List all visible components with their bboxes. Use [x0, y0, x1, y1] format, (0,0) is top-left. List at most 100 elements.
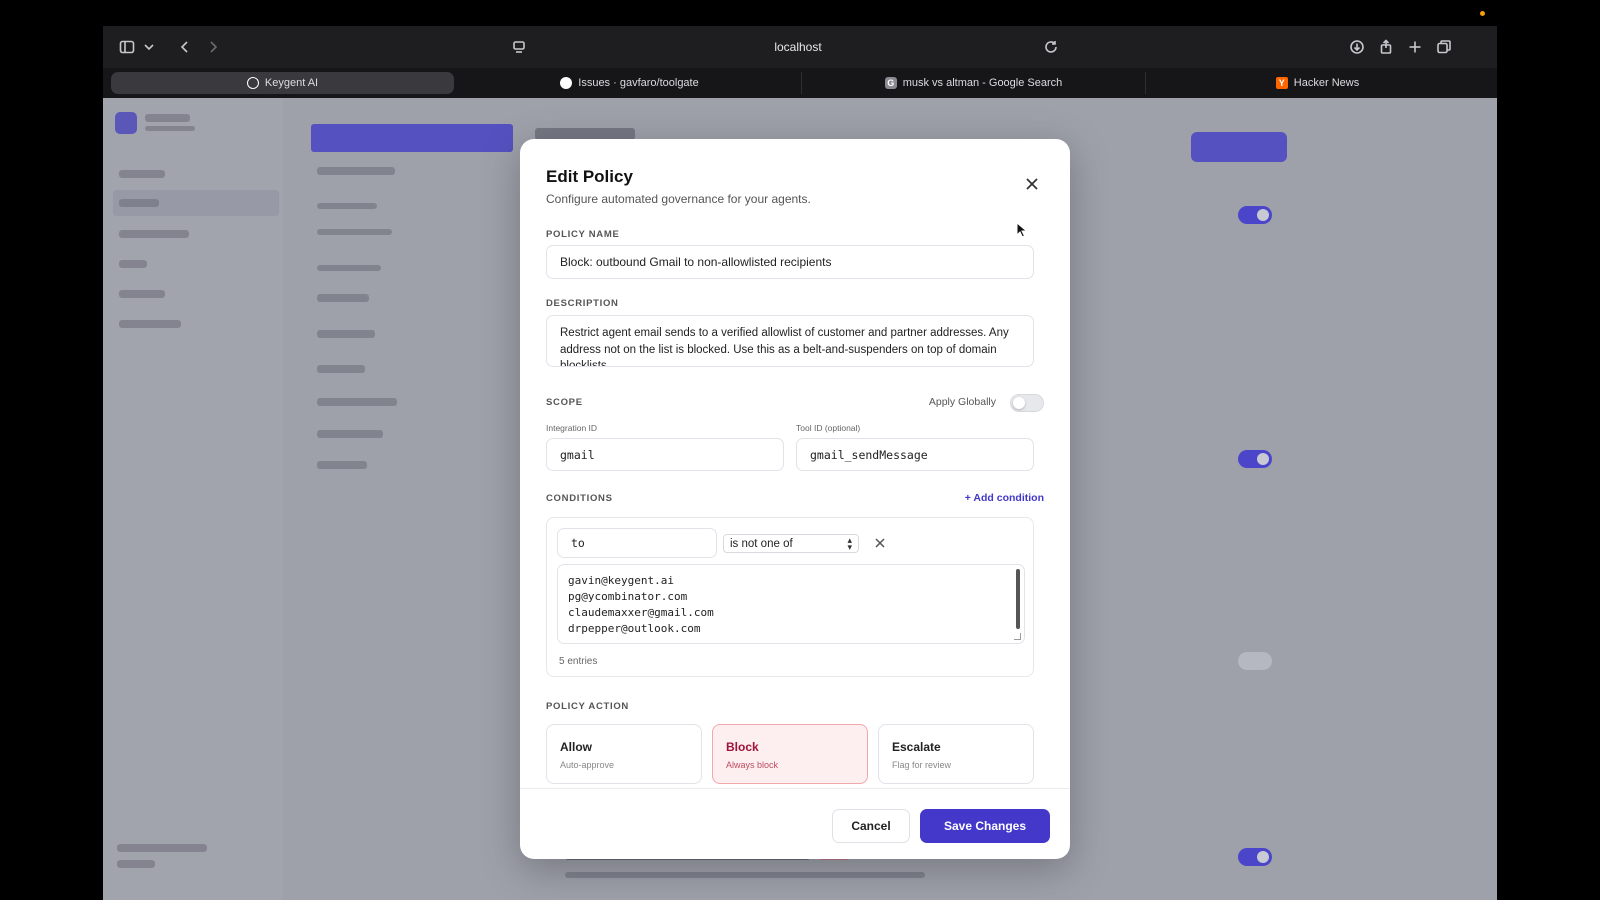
conditions-label: CONDITIONS: [546, 493, 613, 504]
policy-name-label: POLICY NAME: [546, 229, 620, 240]
address-bar[interactable]: localhost: [523, 35, 1073, 59]
entries-count: 5 entries: [559, 656, 598, 667]
select-arrows-icon: ▴ ▾: [847, 534, 852, 552]
dimmed-text: [145, 126, 195, 131]
action-title: Escalate: [892, 740, 941, 754]
dimmed-text: [119, 199, 159, 207]
condition-operator-value: is not one of: [730, 537, 793, 550]
app-logo: [115, 112, 137, 134]
tab-label: Keygent AI: [264, 77, 319, 89]
sidebar-toggle-icon[interactable]: [117, 37, 137, 57]
condition-operator-select[interactable]: is not one of ▴ ▾: [723, 534, 859, 553]
footer-divider: [520, 788, 1070, 789]
close-icon[interactable]: [1024, 176, 1040, 192]
condition-value-line: claudemaxxer@gmail.com: [568, 606, 714, 619]
url-text: localhost: [774, 40, 822, 54]
scope-label: SCOPE: [546, 397, 583, 408]
tab-overview-icon[interactable]: [1434, 37, 1454, 57]
integration-id-label: Integration ID: [546, 423, 598, 433]
tab-github-issues[interactable]: Issues · gavfaro/toolgate: [458, 72, 802, 94]
tool-id-value: gmail_sendMessage: [810, 447, 928, 462]
tool-id-input[interactable]: gmail_sendMessage: [796, 438, 1034, 471]
policy-name-input[interactable]: Block: outbound Gmail to non-allowlisted…: [546, 245, 1034, 279]
tab-hacker-news[interactable]: Y Hacker News: [1146, 72, 1489, 94]
tab-google-search[interactable]: G musk vs altman - Google Search: [802, 72, 1146, 94]
action-subtitle: Auto-approve: [560, 760, 615, 770]
apply-globally-toggle[interactable]: [1010, 394, 1044, 412]
textarea-scrollbar[interactable]: [1016, 569, 1020, 629]
dimmed-text: [119, 230, 189, 238]
back-icon[interactable]: [175, 37, 195, 57]
chevron-down-icon[interactable]: [139, 37, 159, 57]
dimmed-text: [317, 430, 383, 438]
apply-globally-label: Apply Globally: [928, 396, 996, 408]
description-label: DESCRIPTION: [546, 298, 619, 309]
cancel-button[interactable]: Cancel: [832, 809, 910, 843]
action-title: Allow: [560, 740, 592, 754]
tab-label: Issues · gavfaro/toolgate: [578, 77, 699, 89]
condition-value-line: pg@ycombinator.com: [568, 590, 688, 603]
condition-values-textarea[interactable]: gavin@keygent.ai pg@ycombinator.com clau…: [557, 564, 1025, 644]
dimmed-text: [117, 844, 207, 852]
condition-row: to is not one of ▴ ▾ gavin@keygent.ai pg@…: [546, 517, 1034, 677]
dimmed-text: [119, 260, 147, 268]
dimmed-text: [317, 365, 365, 373]
policy-name-value: Block: outbound Gmail to non-allowlisted…: [560, 255, 832, 269]
policy-action-label: POLICY ACTION: [546, 701, 629, 712]
dimmed-new-policy-button: [1191, 132, 1287, 162]
dimmed-filter-active: [311, 124, 513, 152]
condition-value-line: gavin@keygent.ai: [568, 574, 674, 587]
condition-field-input[interactable]: to: [557, 528, 717, 558]
action-escalate-option[interactable]: Escalate Flag for review: [878, 724, 1034, 784]
notification-dot: [1480, 11, 1485, 16]
mouse-cursor-icon: [1016, 222, 1028, 238]
edit-policy-modal: Edit Policy Configure automated governan…: [520, 139, 1070, 859]
description-textarea[interactable]: Restrict agent email sends to a verified…: [546, 315, 1034, 367]
integration-id-value: gmail: [560, 447, 595, 462]
integration-id-input[interactable]: gmail: [546, 438, 784, 471]
action-block-option[interactable]: Block Always block: [712, 724, 868, 784]
modal-subtitle: Configure automated governance for your …: [546, 192, 811, 206]
tab-label: Hacker News: [1293, 77, 1360, 89]
dimmed-text: [317, 229, 392, 235]
action-allow-option[interactable]: Allow Auto-approve: [546, 724, 702, 784]
resize-handle-icon[interactable]: [1014, 633, 1021, 640]
tab-bar: Keygent AI Issues · gavfaro/toolgate G m…: [103, 68, 1497, 98]
dimmed-text: [317, 398, 397, 406]
dimmed-text: [119, 320, 181, 328]
dimmed-text: [119, 290, 165, 298]
dimmed-toggle: [1238, 652, 1272, 670]
tool-id-label: Tool ID (optional): [796, 423, 861, 433]
dimmed-text: [317, 265, 381, 271]
tab-keygent-ai[interactable]: Keygent AI: [111, 72, 454, 94]
app-sidebar-dimmed: [103, 98, 283, 900]
description-value: Restrict agent email sends to a verified…: [560, 327, 1009, 367]
tab-label: musk vs altman - Google Search: [902, 77, 1063, 89]
dimmed-toggle: [1238, 848, 1272, 866]
dimmed-text: [317, 330, 375, 338]
forward-icon[interactable]: [203, 37, 223, 57]
dimmed-toggle: [1238, 206, 1272, 224]
dimmed-text: [565, 872, 925, 878]
dimmed-text: [317, 167, 395, 175]
new-tab-icon[interactable]: [1405, 37, 1425, 57]
screen: localhost Keygent AI Issues · gavfaro/to…: [0, 0, 1600, 900]
dimmed-text: [317, 461, 367, 469]
dimmed-text: [117, 860, 155, 868]
dimmed-toggle: [1238, 450, 1272, 468]
github-icon: [560, 77, 573, 89]
download-icon[interactable]: [1347, 37, 1367, 57]
dimmed-text: [145, 114, 190, 122]
action-title: Block: [726, 740, 759, 754]
save-changes-button[interactable]: Save Changes: [920, 809, 1050, 843]
google-icon: G: [884, 77, 897, 89]
add-condition-button[interactable]: + Add condition: [965, 492, 1044, 504]
remove-condition-icon[interactable]: [873, 536, 887, 550]
dimmed-text: [317, 294, 369, 302]
keygent-icon: [246, 77, 259, 89]
action-subtitle: Flag for review: [892, 760, 952, 770]
reload-icon[interactable]: [1041, 37, 1061, 57]
action-subtitle: Always block: [726, 760, 779, 770]
share-icon[interactable]: [1376, 37, 1396, 57]
dimmed-text: [317, 203, 377, 209]
